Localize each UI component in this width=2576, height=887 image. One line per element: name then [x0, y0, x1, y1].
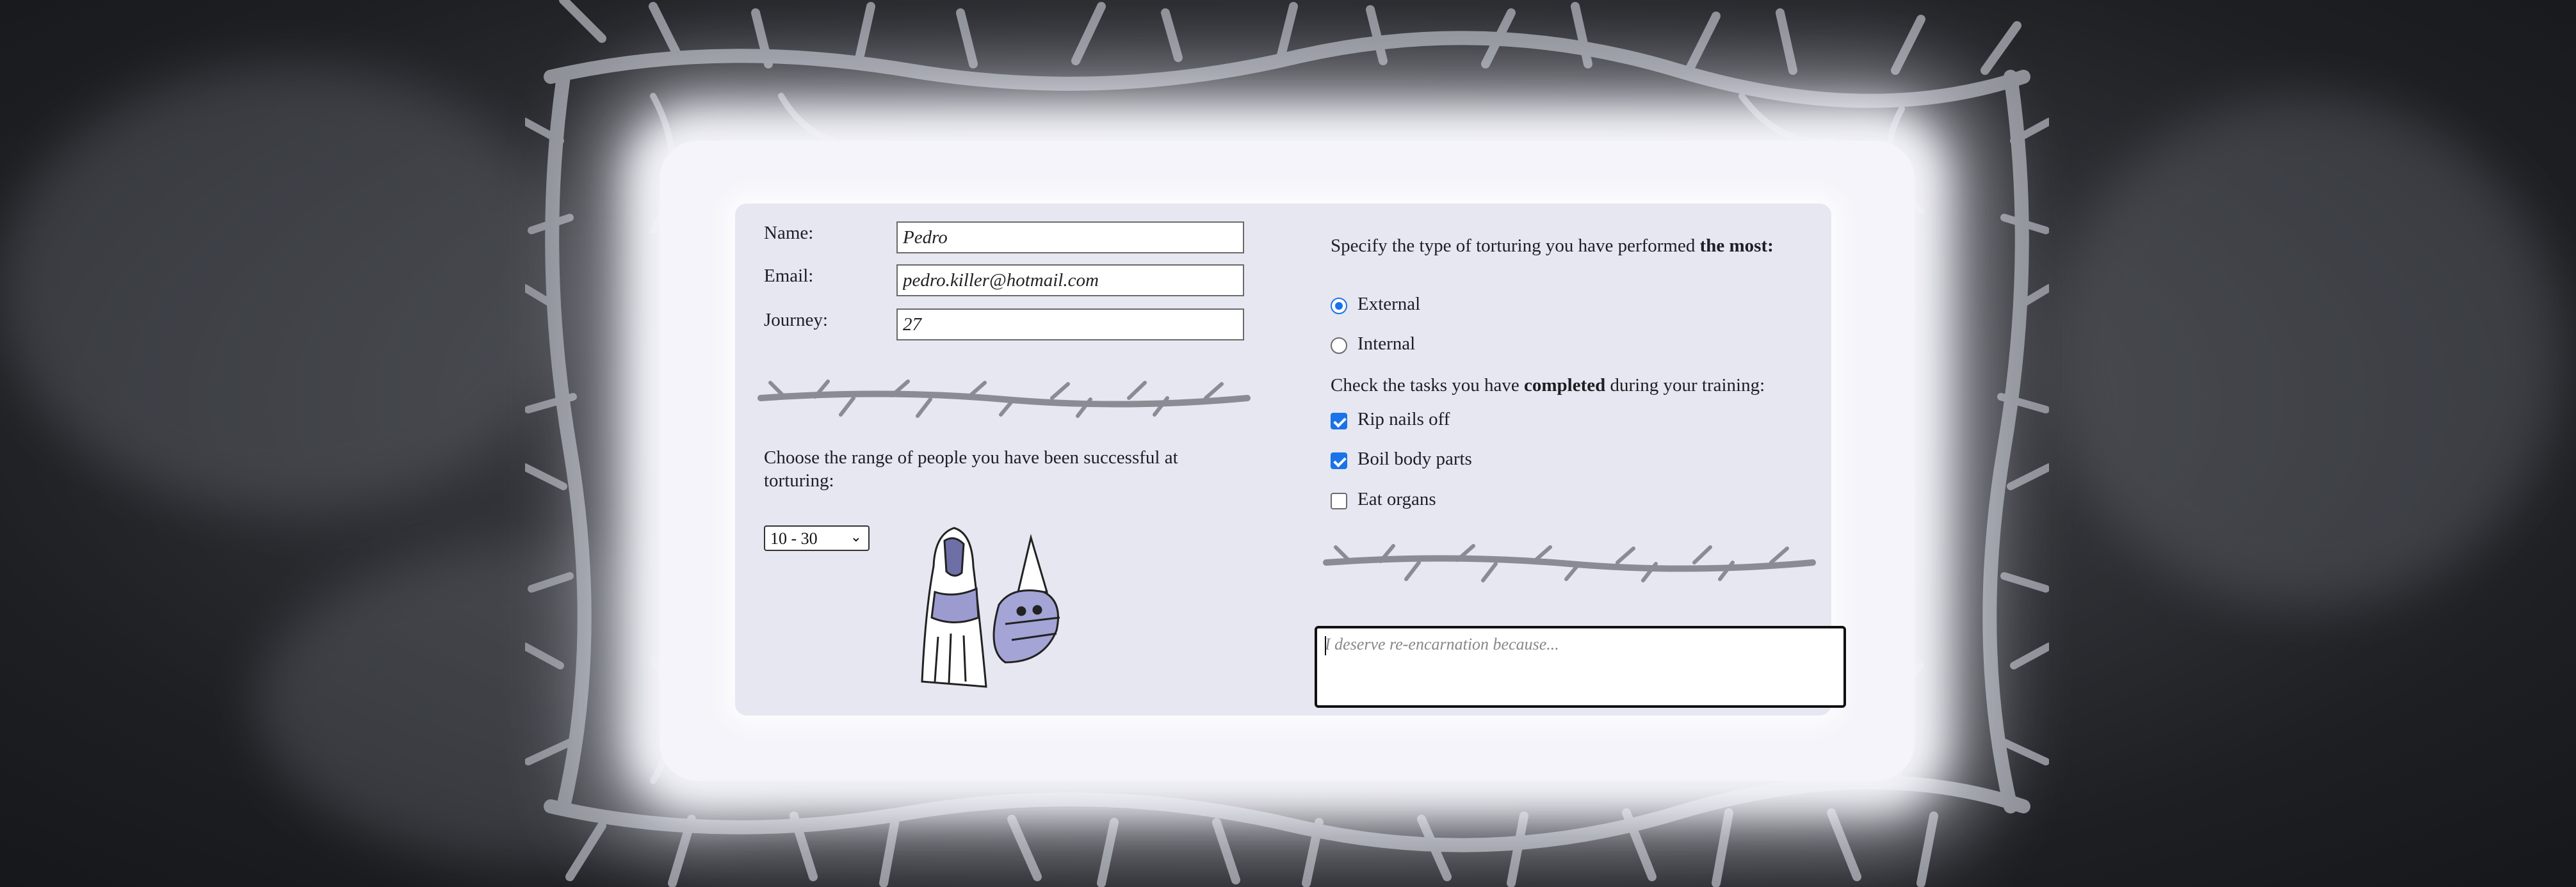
thorn-divider-icon [757, 380, 1251, 418]
radio-internal-label[interactable]: Internal [1357, 333, 1415, 355]
torture-prompt-text: Specify the type of torturing you have p… [1331, 236, 1700, 256]
tasks-prompt-bold: completed [1524, 375, 1606, 396]
torture-prompt-colon: : [1767, 236, 1774, 256]
torture-prompt: Specify the type of torturing you have p… [1331, 234, 1830, 257]
task-boil-checkbox[interactable] [1331, 452, 1347, 469]
background-haze [0, 64, 576, 512]
tasks-prompt-text: Check the tasks you have [1331, 375, 1525, 396]
radio-internal[interactable] [1331, 337, 1347, 354]
reason-placeholder: I deserve re-encarnation because... [1325, 635, 1559, 653]
name-field[interactable] [896, 221, 1244, 253]
journey-label: Journey: [764, 310, 828, 330]
background-haze [2049, 96, 2561, 608]
task-rip-checkbox[interactable] [1331, 413, 1347, 429]
hooded-figures-illustration [921, 527, 1060, 688]
email-label: Email: [764, 266, 814, 286]
range-select[interactable]: 10 - 30 ⌄ [764, 525, 870, 551]
thorn-divider-icon [1323, 544, 1816, 582]
chevron-down-icon: ⌄ [850, 529, 862, 545]
task-boil-label[interactable]: Boil body parts [1357, 449, 1472, 470]
text-caret [1325, 636, 1326, 655]
journey-field[interactable] [896, 308, 1244, 340]
name-label: Name: [764, 223, 814, 243]
tasks-prompt-text-end: during your training: [1605, 375, 1765, 396]
task-eat-label[interactable]: Eat organs [1357, 489, 1436, 510]
reason-textarea[interactable]: I deserve re-encarnation because... [1315, 626, 1846, 708]
task-eat-checkbox[interactable] [1331, 493, 1347, 509]
radio-external[interactable] [1331, 298, 1347, 314]
range-prompt: Choose the range of people you have been… [764, 447, 1178, 491]
range-select-value: 10 - 30 [770, 529, 818, 548]
tasks-prompt: Check the tasks you have completed durin… [1331, 374, 1843, 397]
radio-external-label[interactable]: External [1357, 294, 1420, 315]
task-rip-label[interactable]: Rip nails off [1357, 409, 1450, 430]
torture-prompt-bold: the most [1699, 236, 1768, 256]
email-field[interactable] [896, 264, 1244, 296]
